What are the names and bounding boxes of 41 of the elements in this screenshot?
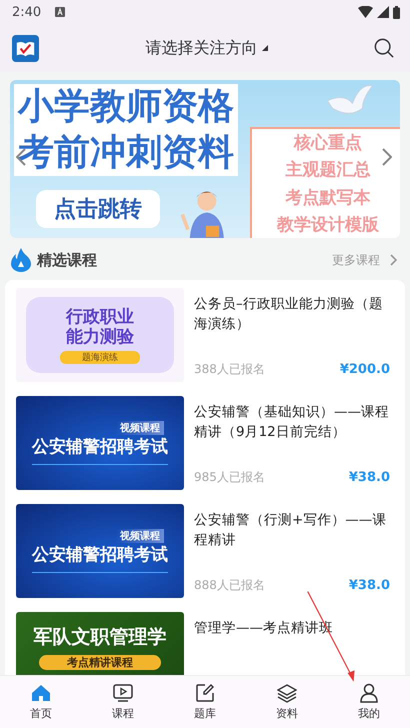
course-thumbnail[interactable]: 军队文职管理学 考点精讲课程 [16, 612, 184, 675]
course-price: ¥38.0 [348, 470, 390, 485]
enrollment-count: 388人已报名 [194, 361, 265, 378]
notification-icon [55, 7, 66, 17]
home-icon [31, 683, 51, 703]
banner-headline: 小学教师资格 考前冲刺资料 [14, 84, 238, 176]
enrollment-count: 985人已报名 [194, 469, 265, 486]
search-icon[interactable] [374, 38, 394, 58]
section-title: 精选课程 [37, 250, 97, 270]
nav-tab[interactable]: 资料 [246, 676, 328, 728]
wifi-icon [358, 6, 373, 18]
app-logo-icon[interactable] [12, 34, 39, 62]
nav-tab[interactable]: 课程 [82, 676, 164, 728]
edit-icon [195, 683, 215, 703]
course-title[interactable]: 公务员–行政职业能力测验（题海演练） [194, 294, 390, 334]
notebook-entry: 教学设计模版 [277, 214, 379, 236]
course-price: ¥200.0 [340, 362, 390, 377]
course-title[interactable]: 公安辅警（行测+写作）——课程精讲 [194, 510, 390, 550]
chevron-right-icon[interactable] [390, 254, 397, 266]
layers-icon [277, 683, 297, 703]
nav-tab[interactable]: 题库 [164, 676, 246, 728]
nav-tab[interactable]: 首页 [0, 676, 82, 728]
signal-icon [377, 6, 389, 18]
notebook-entry: 考点默写本 [286, 186, 370, 209]
course-thumbnail[interactable]: 行政职业 能力测验 题海演练 [16, 288, 184, 382]
course-thumbnail[interactable]: 视频课程 公安辅警招聘考试 [16, 396, 184, 490]
nav-tab[interactable]: 我的 [328, 676, 410, 728]
course-thumbnail[interactable]: 视频课程 公安辅警招聘考试 [16, 504, 184, 598]
caret-icon [262, 45, 268, 51]
course-price: ¥38.0 [348, 578, 390, 593]
enrollment-count: 888人已报名 [194, 577, 265, 594]
course-title[interactable]: 公安辅警（基础知识）——课程精讲（9月12日前完结） [194, 402, 390, 442]
banner-jump-button[interactable]: 点击跳转 [36, 190, 160, 228]
notebook-entry: 核心重点 [294, 132, 362, 154]
notebook-entry: 主观题汇总 [286, 159, 370, 182]
user-icon [359, 683, 379, 703]
battery-icon [393, 6, 400, 18]
flame-icon [11, 248, 31, 272]
banner[interactable]: 小学教师资格 考前冲刺资料 点击跳转 核心重点 主观题汇总 考点默写本 教学设计模版 [10, 80, 400, 238]
video-icon [113, 683, 133, 703]
status-time: 2:40 [12, 4, 42, 20]
